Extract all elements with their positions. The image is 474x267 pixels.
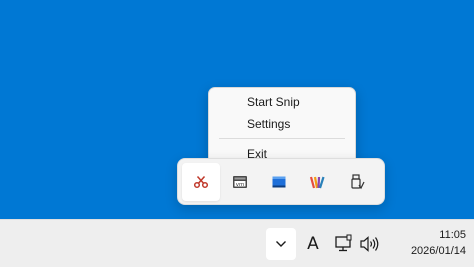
tray-overflow-flyout: vm <box>177 158 385 205</box>
tray-icon-vm-console[interactable]: vm <box>221 163 259 201</box>
taskbar: A 11:05 2026/01/14 <box>0 219 474 267</box>
ime-mode-indicator[interactable]: A <box>303 233 323 255</box>
svg-text:vm: vm <box>236 182 245 188</box>
app-window-icon <box>272 176 286 188</box>
tray-icon-app-window[interactable] <box>260 163 298 201</box>
network-icon <box>335 234 352 252</box>
tray-icon-color-stripes-app[interactable] <box>299 163 337 201</box>
show-hidden-icons-button[interactable] <box>266 228 296 260</box>
taskbar-clock[interactable]: 11:05 2026/01/14 <box>388 227 466 261</box>
menu-item-settings[interactable]: Settings <box>213 113 351 135</box>
tray-icon-usb-eject[interactable] <box>338 163 376 201</box>
menu-item-label: Start Snip <box>247 95 300 109</box>
menu-item-label: Settings <box>247 117 291 131</box>
snip-context-menu: Start Snip Settings Exit <box>208 87 356 167</box>
vm-console-icon: vm <box>233 176 247 188</box>
usb-eject-icon <box>351 174 365 190</box>
clock-date: 2026/01/14 <box>410 245 466 257</box>
color-stripes-app-icon <box>309 176 325 189</box>
chevron-down-icon <box>276 241 286 247</box>
menu-separator <box>219 138 345 139</box>
system-icons-group[interactable] <box>334 234 380 254</box>
volume-icon <box>360 236 379 252</box>
snipping-scissors-icon <box>193 176 209 189</box>
clock-time: 11:05 <box>439 229 466 241</box>
menu-item-start-snip[interactable]: Start Snip <box>213 91 351 113</box>
tray-icon-snipping-tool[interactable] <box>182 163 220 201</box>
